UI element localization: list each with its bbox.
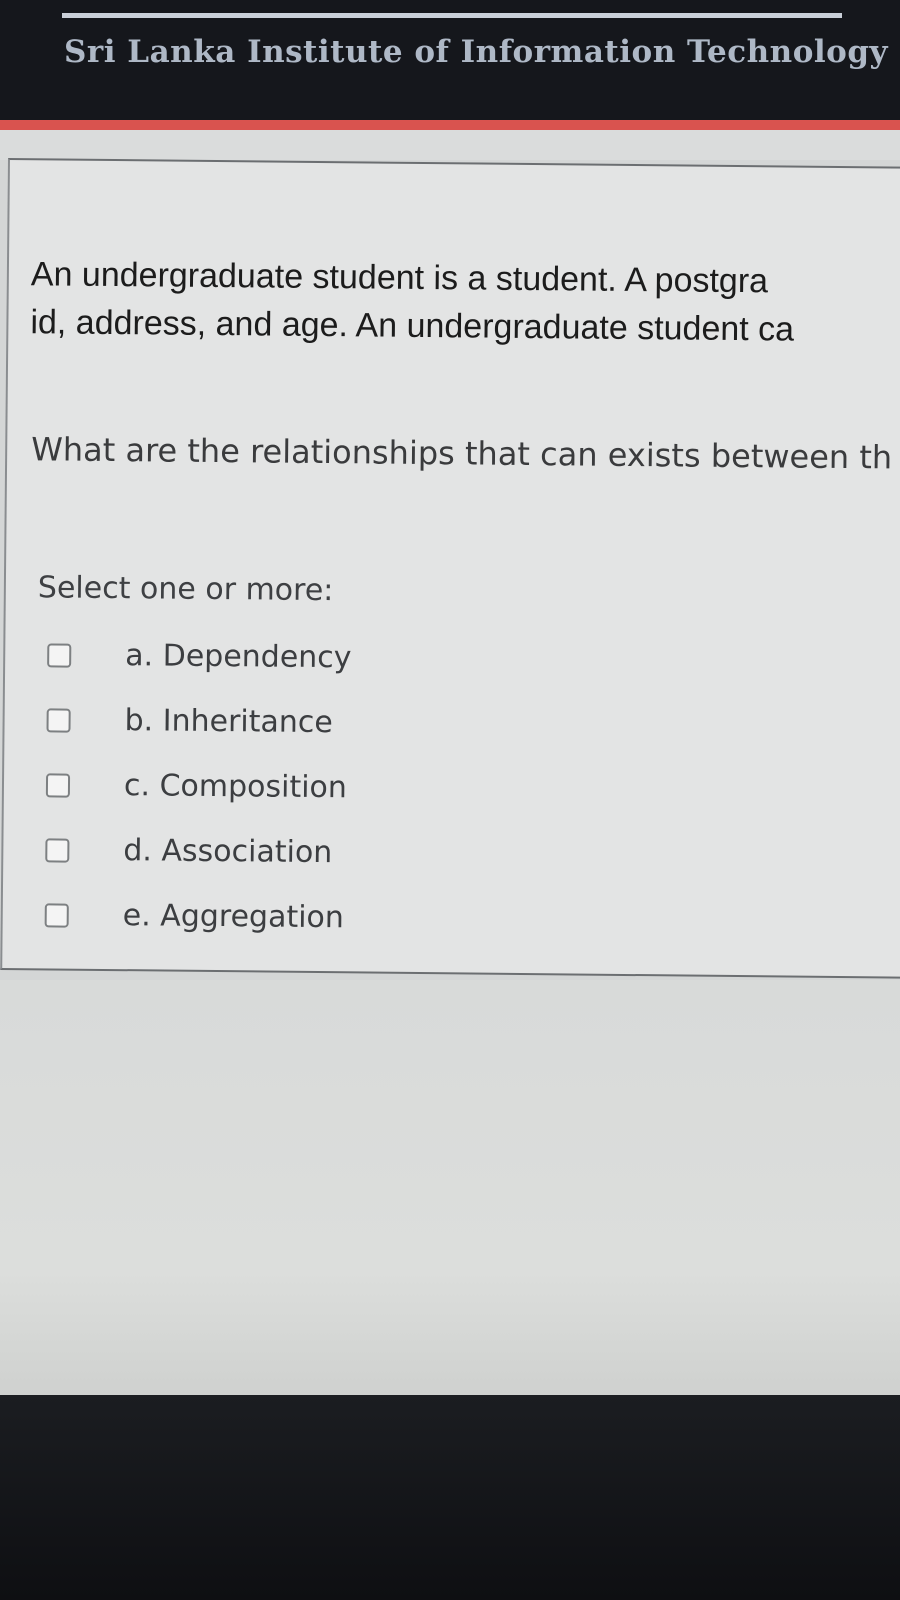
- checkbox-association[interactable]: [45, 837, 70, 863]
- checkbox-composition[interactable]: [45, 772, 71, 798]
- option-label-dependency[interactable]: a. Dependency: [125, 638, 352, 675]
- question-line-1: An undergraduate student is a student. A…: [30, 255, 769, 301]
- option-composition[interactable]: c. Composition: [45, 752, 547, 822]
- option-label-association[interactable]: d. Association: [123, 833, 332, 870]
- option-dependency[interactable]: a. Dependency: [47, 622, 548, 692]
- option-inheritance[interactable]: b. Inheritance: [46, 687, 547, 757]
- question-content: An undergraduate student is a student. A…: [24, 160, 900, 976]
- option-association[interactable]: d. Association: [45, 817, 546, 887]
- site-header: Sri Lanka Institute of Information Techn…: [0, 0, 900, 120]
- checkbox-dependency[interactable]: [47, 642, 72, 668]
- option-label-aggregation[interactable]: e. Aggregation: [123, 898, 344, 935]
- option-label-inheritance[interactable]: b. Inheritance: [124, 703, 333, 740]
- option-aggregation[interactable]: e. Aggregation: [44, 882, 545, 952]
- monitor-bezel: [0, 1395, 900, 1600]
- checkbox-aggregation[interactable]: [44, 902, 69, 928]
- checkbox-inheritance[interactable]: [46, 707, 71, 733]
- question-text: An undergraduate student is a student. A…: [30, 250, 900, 354]
- question-card: An undergraduate student is a student. A…: [0, 158, 900, 979]
- institution-name: Sri Lanka Institute of Information Techn…: [64, 34, 889, 70]
- page-background-strip: [0, 130, 900, 160]
- header-accent-bar: [0, 120, 900, 130]
- question-prompt: What are the relationships that can exis…: [31, 430, 893, 477]
- option-label-composition[interactable]: c. Composition: [124, 768, 347, 805]
- answer-instruction: Select one or more:: [37, 570, 334, 609]
- answer-options: a. Dependency b. Inheritance c. Composit…: [44, 622, 547, 952]
- question-line-2: id, address, and age. An undergraduate s…: [30, 303, 795, 349]
- page-background: [0, 980, 900, 1395]
- header-divider: [62, 13, 842, 18]
